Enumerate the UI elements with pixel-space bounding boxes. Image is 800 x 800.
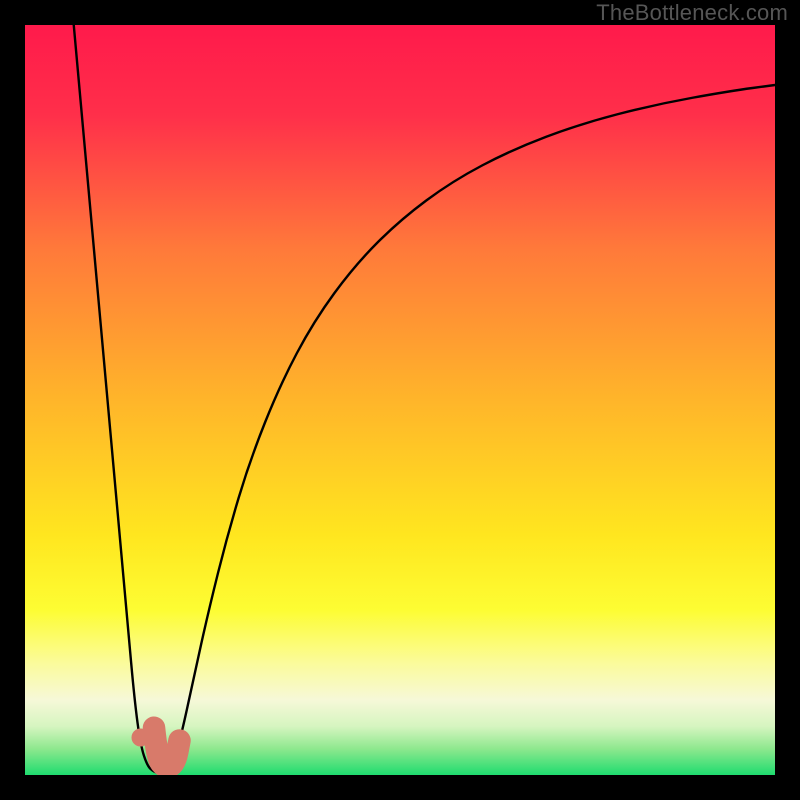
watermark-text: TheBottleneck.com xyxy=(596,0,788,26)
root-frame: TheBottleneck.com xyxy=(0,0,800,800)
plot-svg xyxy=(25,25,775,775)
gradient-background xyxy=(25,25,775,775)
plot-area xyxy=(25,25,775,775)
